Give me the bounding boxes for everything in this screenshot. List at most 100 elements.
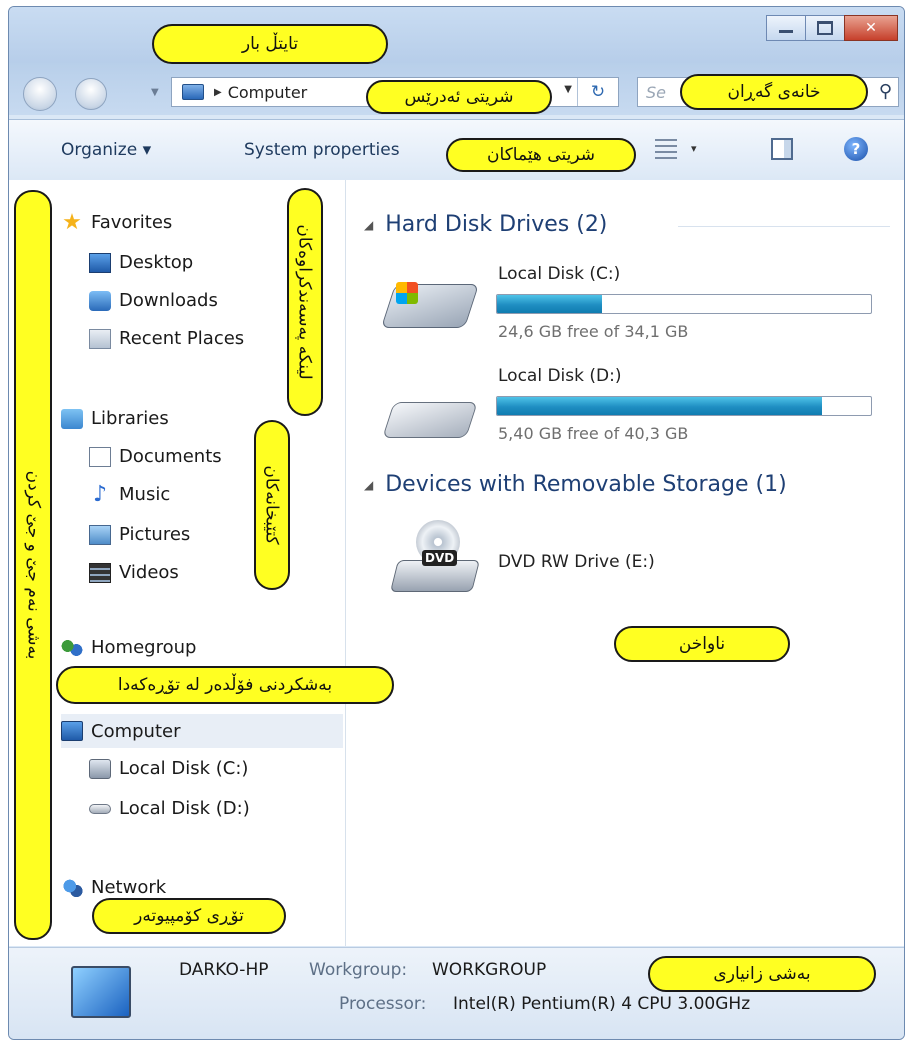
star-icon: ★ [62, 209, 82, 235]
hard-drive-icon[interactable] [382, 402, 478, 438]
collapse-triangle-icon[interactable]: ◢ [364, 218, 373, 232]
sidebar-item-homegroup[interactable]: Homegroup [61, 637, 196, 658]
sidebar-item-label: Desktop [119, 252, 194, 273]
change-view-icon[interactable] [655, 139, 677, 159]
dvd-drive-icon[interactable]: DVD [390, 520, 480, 594]
recent-places-icon [89, 328, 111, 349]
preview-pane-icon[interactable] [771, 138, 793, 160]
group-header-removable-storage[interactable]: ◢ Devices with Removable Storage (1) [364, 472, 787, 497]
windows-logo-icon [396, 282, 418, 304]
sidebar-item-documents[interactable]: Documents [89, 446, 222, 467]
drive-free-space: 5,40 GB free of 40,3 GB [498, 424, 689, 443]
sidebar-item-videos[interactable]: Videos [89, 562, 179, 583]
desktop-icon [89, 252, 111, 273]
callout-navigation-pane: بەشی نەم جێ و جێ کردن [14, 190, 52, 940]
drive-usage-bar [496, 396, 872, 416]
sidebar-item-desktop[interactable]: Desktop [89, 252, 193, 273]
sidebar-item-pictures[interactable]: Pictures [89, 524, 190, 545]
collapse-triangle-icon[interactable]: ◢ [364, 478, 373, 492]
address-path[interactable]: Computer [228, 83, 308, 102]
homegroup-icon [61, 637, 83, 658]
sidebar-item-label: Homegroup [91, 637, 197, 658]
computer-icon [182, 84, 204, 100]
recent-pages-dropdown[interactable]: ▼ [151, 87, 159, 98]
sidebar-item-computer[interactable]: Computer [61, 714, 343, 748]
callout-homegroup: بەشکردنی فۆڵدەر لە تۆڕەکەدا [56, 666, 394, 704]
dvd-badge: DVD [422, 550, 458, 566]
sidebar-item-music[interactable]: ♪ Music [89, 481, 171, 507]
sidebar-item-libraries[interactable]: Libraries [61, 408, 169, 429]
maximize-icon [817, 21, 833, 35]
downloads-icon [89, 290, 111, 311]
close-icon: ✕ [865, 20, 877, 36]
content-pane: ◢ Hard Disk Drives (2) Local Disk (C:) 24… [346, 180, 904, 946]
drive-usage-fill [497, 397, 823, 415]
callout-content-area: ناواخن [614, 626, 790, 662]
callout-address-bar: شریتی ئەدرێس [366, 80, 552, 114]
music-note-icon: ♪ [92, 481, 108, 507]
processor-label: Processor: [339, 994, 427, 1014]
computer-icon [61, 721, 83, 741]
computer-name: DARKO-HP [179, 960, 269, 980]
breadcrumb-chevron-icon[interactable]: ▶ [214, 87, 222, 98]
sidebar-item-label: Videos [119, 562, 179, 583]
sidebar-item-local-disk-c[interactable]: Local Disk (C:) [89, 758, 248, 779]
libraries-icon [61, 408, 83, 429]
drive-name[interactable]: Local Disk (D:) [498, 366, 621, 386]
callout-toolbar: شریتی هێماکان [446, 138, 636, 172]
help-icon[interactable]: ? [844, 137, 868, 161]
sidebar-item-recent-places[interactable]: Recent Places [89, 328, 244, 349]
views-dropdown-icon[interactable]: ▾ [691, 142, 697, 155]
sidebar-item-favorites[interactable]: ★ Favorites [61, 209, 173, 235]
sidebar-item-local-disk-d[interactable]: Local Disk (D:) [89, 798, 250, 819]
sidebar-item-downloads[interactable]: Downloads [89, 290, 218, 311]
callout-search-box: خانەی گەڕان [680, 74, 868, 110]
refresh-icon: ↻ [590, 82, 606, 102]
drive-usage-fill [497, 295, 602, 313]
callout-details-pane: بەشی زانیاری [648, 956, 876, 992]
system-drive-icon [89, 758, 111, 779]
workgroup-value: WORKGROUP [432, 960, 547, 980]
sidebar-item-label: Local Disk (D:) [119, 798, 250, 819]
dvd-drive-name[interactable]: DVD RW Drive (E:) [498, 552, 655, 572]
group-divider [678, 226, 890, 227]
close-button[interactable]: ✕ [844, 15, 898, 41]
sidebar-item-label: Pictures [119, 524, 191, 545]
system-properties-button[interactable]: System properties [244, 140, 400, 160]
back-button[interactable] [23, 77, 57, 111]
pictures-icon [89, 524, 111, 545]
sidebar-item-label: Music [119, 484, 171, 505]
callout-network: تۆڕی کۆمپیوتەر [92, 898, 286, 934]
title-bar[interactable]: ✕ [9, 7, 904, 65]
maximize-button[interactable] [805, 15, 845, 41]
document-icon [89, 446, 111, 467]
computer-monitor-icon [71, 966, 131, 1018]
minimize-icon [779, 29, 793, 33]
address-dropdown-icon[interactable]: ▼ [564, 84, 572, 95]
drive-name[interactable]: Local Disk (C:) [498, 264, 620, 284]
refresh-button[interactable]: ↻ [577, 78, 618, 106]
sidebar-item-label: Libraries [91, 408, 169, 429]
sidebar-item-label: Downloads [119, 290, 218, 311]
hard-drive-icon [89, 803, 111, 814]
sidebar-item-label: Documents [119, 446, 222, 467]
sidebar-item-label: Recent Places [119, 328, 245, 349]
group-header-hard-disk-drives[interactable]: ◢ Hard Disk Drives (2) [364, 212, 607, 237]
organize-button[interactable]: Organize ▾ [61, 140, 151, 160]
processor-value: Intel(R) Pentium(R) 4 CPU 3.00GHz [453, 994, 751, 1014]
workgroup-label: Workgroup: [309, 960, 408, 980]
group-header-label: Devices with Removable Storage (1) [385, 472, 787, 497]
sidebar-item-label: Favorites [91, 212, 173, 233]
callout-favorite-links: لینکە پەسەندکراوەکان [287, 188, 323, 416]
sidebar-item-network[interactable]: Network [61, 877, 166, 898]
caption-buttons: ✕ [766, 15, 898, 41]
drive-free-space: 24,6 GB free of 34,1 GB [498, 322, 689, 341]
callout-title-bar: تایتڵ بار [152, 24, 388, 64]
sidebar-item-label: Local Disk (C:) [119, 758, 249, 779]
network-icon [61, 877, 83, 898]
minimize-button[interactable] [766, 15, 806, 41]
search-icon[interactable]: ⚲ [879, 81, 892, 102]
search-placeholder: Se [646, 83, 666, 102]
forward-button[interactable] [75, 78, 107, 110]
video-icon [89, 562, 111, 583]
